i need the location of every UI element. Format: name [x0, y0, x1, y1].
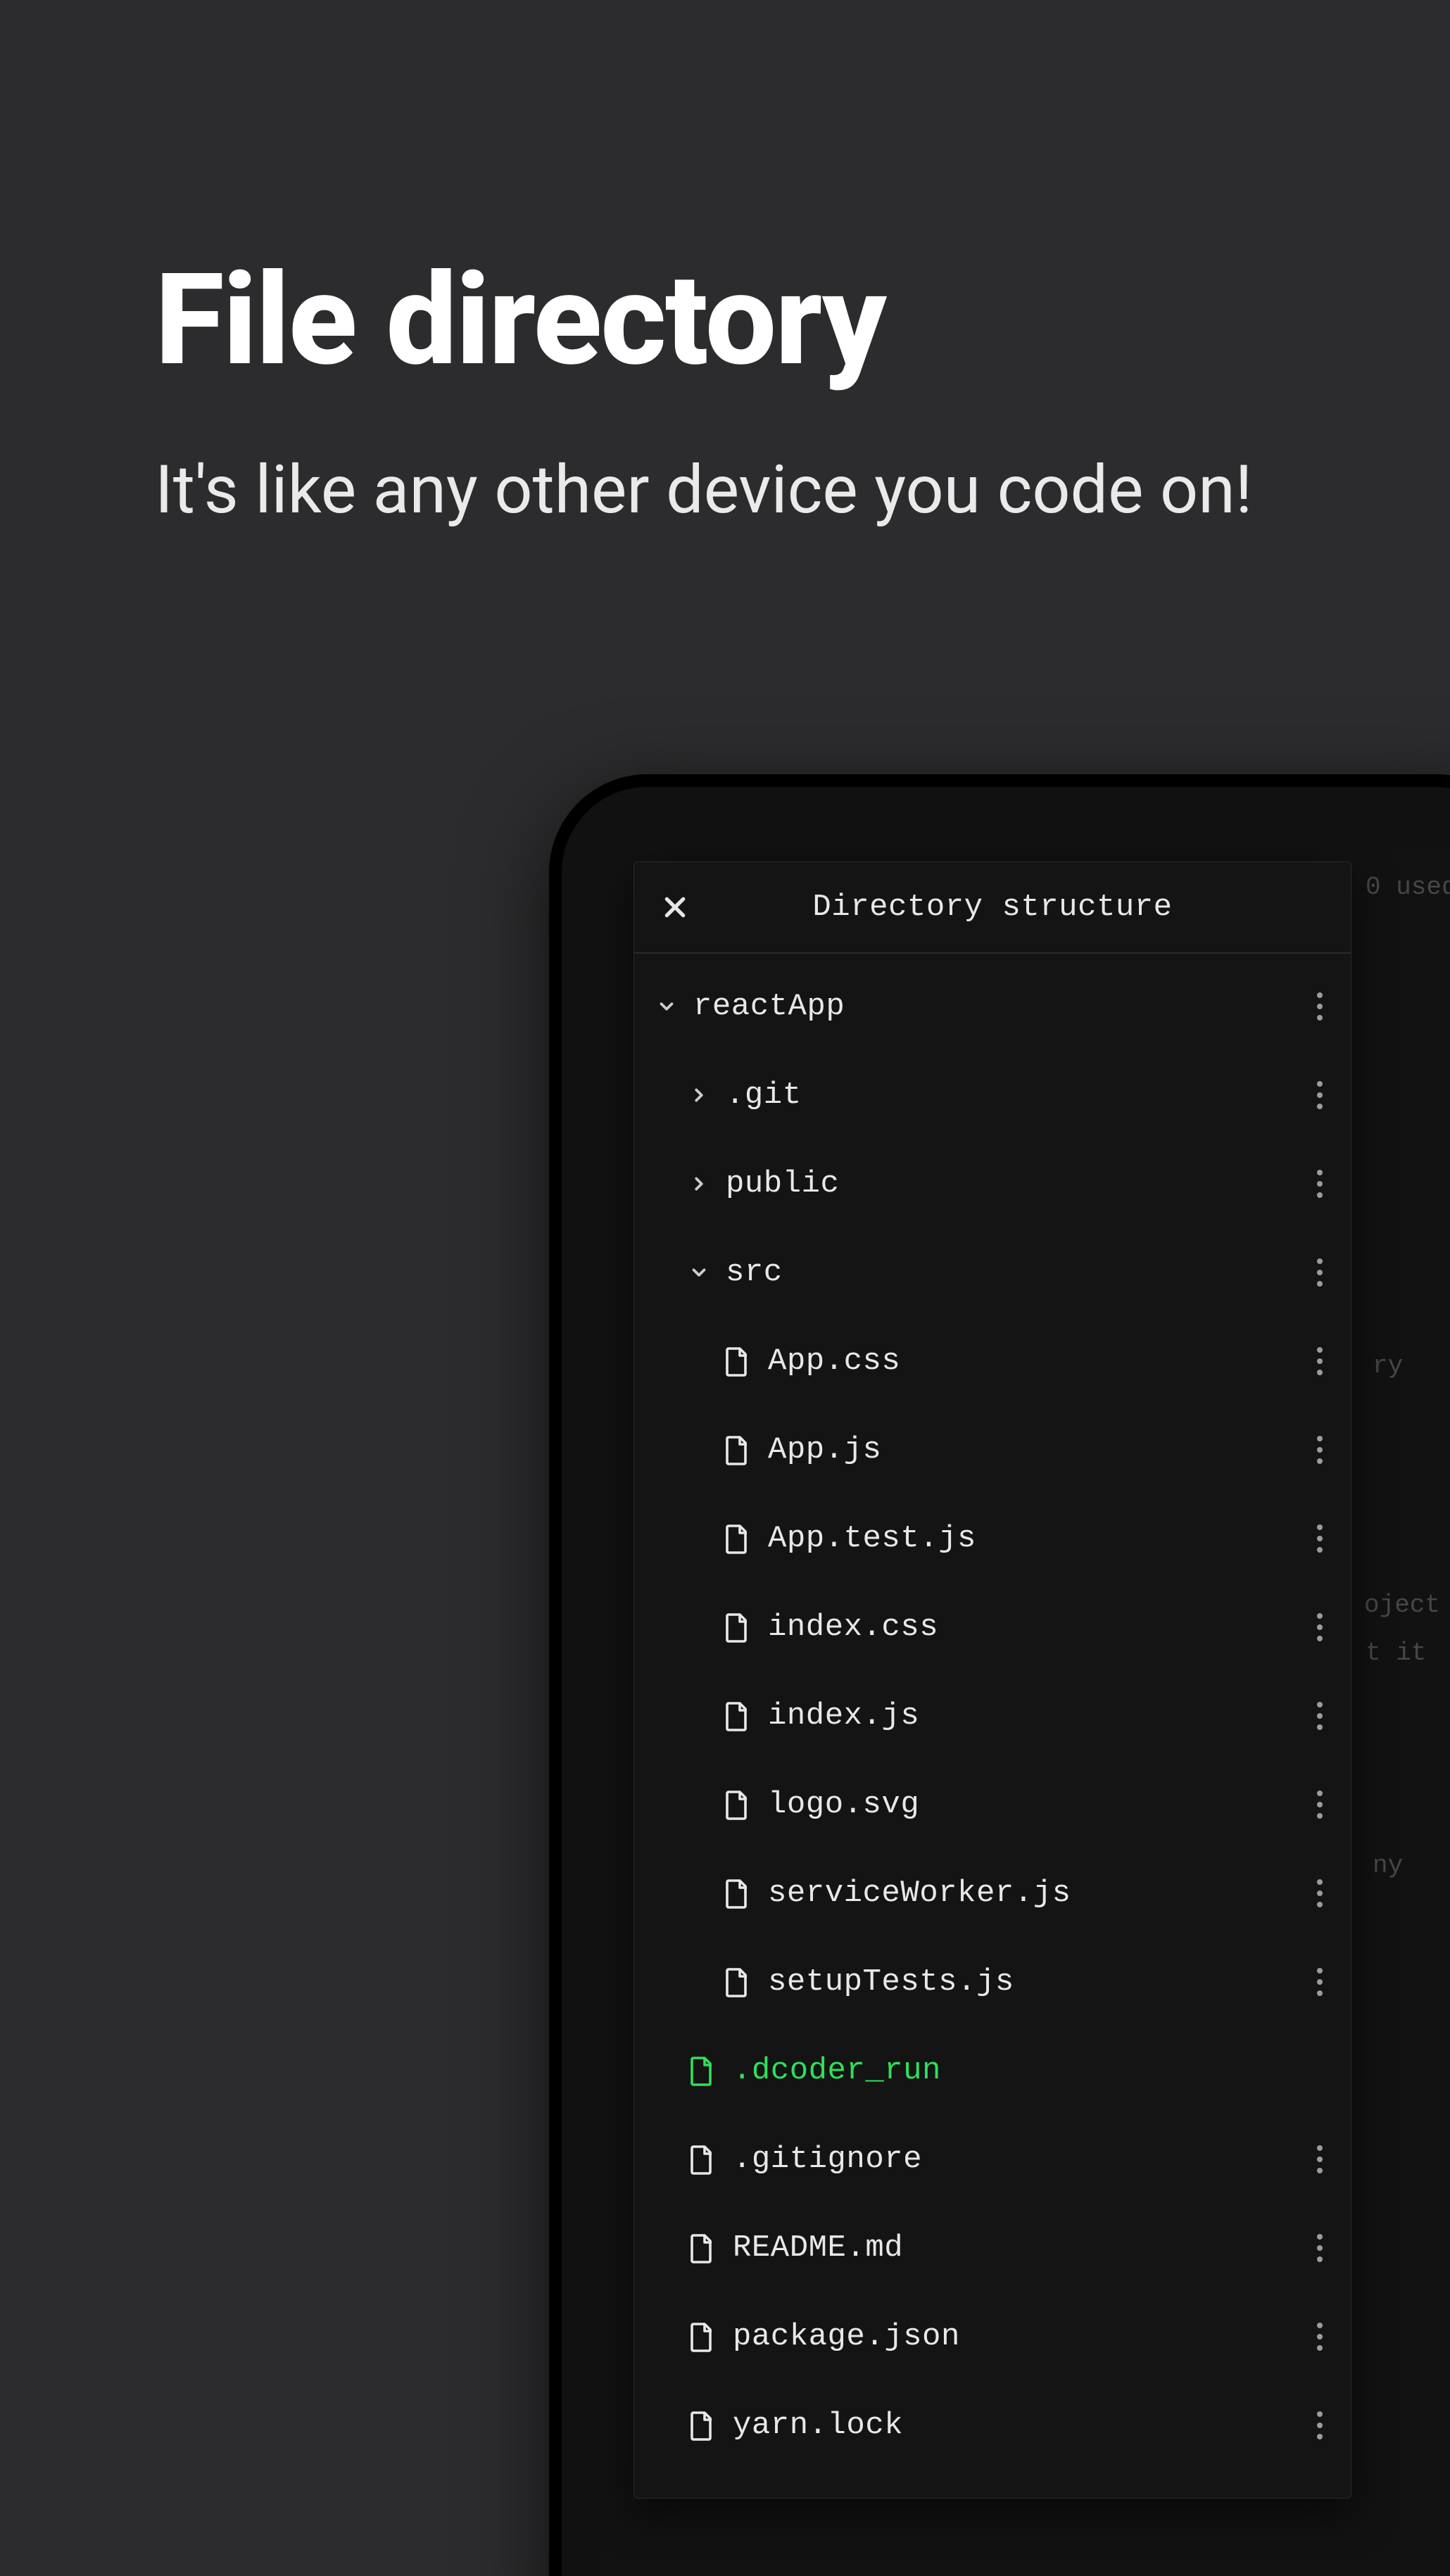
- more-vert-icon[interactable]: [1303, 1078, 1337, 1112]
- more-vert-icon[interactable]: [1303, 990, 1337, 1023]
- folder-label: public: [726, 1166, 1303, 1201]
- file-icon: [683, 2320, 717, 2354]
- chevron-right-icon[interactable]: [683, 1173, 714, 1194]
- more-vert-icon[interactable]: [1303, 1965, 1337, 1999]
- more-vert-icon[interactable]: [1303, 1610, 1337, 1644]
- chevron-down-icon[interactable]: [651, 996, 682, 1017]
- file-icon: [719, 1965, 752, 1999]
- file-label: serviceWorker.js: [768, 1876, 1303, 1911]
- file-label: App.test.js: [768, 1521, 1303, 1556]
- more-vert-icon[interactable]: [1303, 1167, 1337, 1201]
- file-label: package.json: [733, 2319, 1303, 2354]
- folder-label: src: [726, 1255, 1303, 1290]
- more-vert-icon[interactable]: [1303, 1699, 1337, 1733]
- file-row-serviceworker-js[interactable]: serviceWorker.js: [634, 1849, 1351, 1938]
- file-icon: [683, 2231, 717, 2265]
- file-icon: [719, 1788, 752, 1821]
- file-icon: [719, 1610, 752, 1644]
- bg-hint-1: ry: [1373, 1351, 1403, 1380]
- file-row-yarn-lock[interactable]: yarn.lock: [634, 2381, 1351, 2470]
- file-label: setupTests.js: [768, 1964, 1303, 2000]
- file-row--gitignore[interactable]: .gitignore: [634, 2115, 1351, 2204]
- file-row-index-js[interactable]: index.js: [634, 1672, 1351, 1760]
- bg-hint-top: 0 used: [1366, 873, 1450, 902]
- more-vert-icon[interactable]: [1303, 2231, 1337, 2265]
- more-vert-icon[interactable]: [1303, 1876, 1337, 1910]
- more-vert-icon[interactable]: [1303, 1344, 1337, 1378]
- chevron-right-icon[interactable]: [683, 1085, 714, 1106]
- file-row-app-js[interactable]: App.js: [634, 1406, 1351, 1494]
- file-label: .gitignore: [733, 2142, 1303, 2177]
- file-label: README.md: [733, 2230, 1303, 2266]
- file-icon: [719, 1433, 752, 1467]
- file-label: App.js: [768, 1432, 1303, 1467]
- panel-title: Directory structure: [696, 890, 1289, 925]
- file-row-index-css[interactable]: index.css: [634, 1583, 1351, 1672]
- file-row-setuptests-js[interactable]: setupTests.js: [634, 1938, 1351, 2026]
- file-icon: [719, 1876, 752, 1910]
- panel-header: Directory structure: [634, 862, 1351, 954]
- more-vert-icon[interactable]: [1303, 1433, 1337, 1467]
- device-screen: 0 used ry oject t it ny Directory struct…: [598, 845, 1450, 2576]
- file-row-app-test-js[interactable]: App.test.js: [634, 1494, 1351, 1583]
- folder-label: reactApp: [693, 989, 1303, 1024]
- directory-panel: Directory structure reactApp .git public sr…: [633, 861, 1351, 2499]
- more-vert-icon[interactable]: [1303, 2408, 1337, 2442]
- file-row-logo-svg[interactable]: logo.svg: [634, 1760, 1351, 1849]
- folder-label: .git: [726, 1078, 1303, 1113]
- file-label: index.css: [768, 1610, 1303, 1645]
- close-icon[interactable]: [654, 886, 696, 928]
- file-tree: reactApp .git public src App.css App.js App.te…: [634, 954, 1351, 2498]
- more-vert-icon[interactable]: [1303, 1788, 1337, 1821]
- folder-row--git[interactable]: .git: [634, 1051, 1351, 1139]
- file-label: yarn.lock: [733, 2408, 1303, 2443]
- device-frame: 0 used ry oject t it ny Directory struct…: [549, 774, 1450, 2576]
- folder-row-reactapp[interactable]: reactApp: [634, 962, 1351, 1051]
- file-row-package-json[interactable]: package.json: [634, 2292, 1351, 2381]
- more-vert-icon[interactable]: [1303, 1522, 1337, 1555]
- file-label: App.css: [768, 1344, 1303, 1379]
- file-row-readme-md[interactable]: README.md: [634, 2204, 1351, 2292]
- hero-subtitle: It's like any other device you code on!: [155, 450, 1309, 531]
- folder-row-src[interactable]: src: [634, 1228, 1351, 1317]
- more-vert-icon[interactable]: [1303, 2142, 1337, 2176]
- file-icon: [719, 1344, 752, 1378]
- file-row-app-css[interactable]: App.css: [634, 1317, 1351, 1406]
- more-vert-icon[interactable]: [1303, 2320, 1337, 2354]
- file-label: .dcoder_run: [733, 2053, 1337, 2088]
- file-icon: [683, 2054, 717, 2088]
- file-row--dcoder-run[interactable]: .dcoder_run: [634, 2026, 1351, 2115]
- hero-block: File directory It's like any other devic…: [155, 253, 1309, 531]
- file-label: logo.svg: [768, 1787, 1303, 1822]
- file-icon: [719, 1522, 752, 1555]
- bg-hint-3: t it: [1366, 1639, 1426, 1667]
- more-vert-icon[interactable]: [1303, 1256, 1337, 1289]
- folder-row-public[interactable]: public: [634, 1139, 1351, 1228]
- file-icon: [683, 2142, 717, 2176]
- bg-hint-4: ny: [1373, 1851, 1403, 1880]
- file-icon: [683, 2408, 717, 2442]
- hero-title: File directory: [155, 253, 1309, 386]
- chevron-down-icon[interactable]: [683, 1262, 714, 1283]
- file-label: index.js: [768, 1698, 1303, 1734]
- bg-hint-2: oject: [1364, 1591, 1440, 1620]
- file-icon: [719, 1699, 752, 1733]
